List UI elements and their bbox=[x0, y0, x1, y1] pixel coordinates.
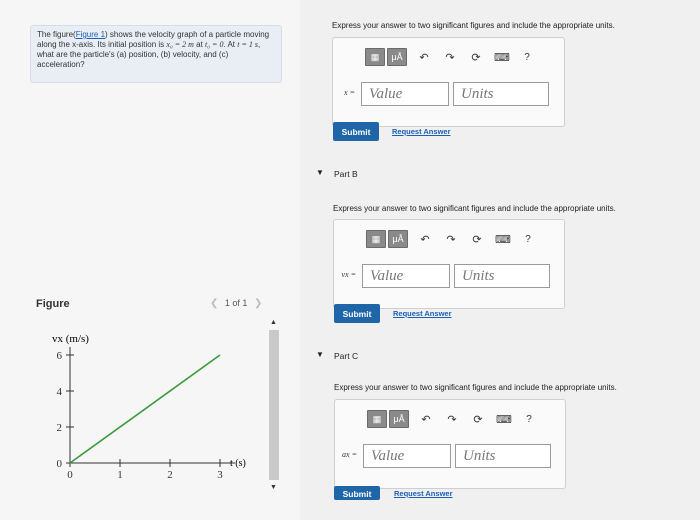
help-icon[interactable]: ? bbox=[520, 234, 536, 245]
scroll-down-icon[interactable]: ▼ bbox=[270, 484, 277, 491]
part-c-instruction: Express your answer to two significant f… bbox=[334, 383, 617, 392]
submit-button[interactable]: Submit bbox=[334, 486, 380, 500]
units-button[interactable]: μÅ bbox=[387, 48, 407, 66]
velocity-line bbox=[69, 354, 221, 464]
x-tick-label: 1 bbox=[117, 469, 123, 481]
submit-button[interactable]: Submit bbox=[333, 122, 379, 141]
part-b-collapse-icon[interactable]: ▼ bbox=[316, 168, 324, 177]
units-input[interactable]: Units bbox=[455, 444, 551, 468]
y-tick-label: 6 bbox=[57, 350, 63, 362]
y-tick-label: 2 bbox=[57, 422, 63, 434]
variable-label: x = bbox=[344, 88, 355, 97]
chart-series bbox=[69, 354, 221, 464]
value-input[interactable]: Value bbox=[361, 82, 449, 106]
chevron-left-icon[interactable]: ❮ bbox=[210, 298, 218, 309]
units-button[interactable]: μÅ bbox=[389, 410, 409, 428]
units-button[interactable]: μÅ bbox=[388, 230, 408, 248]
figure-page-count: 1 of 1 bbox=[224, 298, 248, 308]
t-expression: t = 1 s bbox=[237, 40, 258, 49]
value-input[interactable]: Value bbox=[363, 444, 451, 468]
chart-ticks: 0 1 2 3 0 2 4 6 bbox=[57, 350, 224, 481]
help-icon[interactable]: ? bbox=[521, 414, 537, 425]
y-tick-label: 4 bbox=[57, 386, 63, 398]
template-icon[interactable]: ▦ bbox=[367, 410, 387, 428]
figure-link[interactable]: Figure 1 bbox=[76, 30, 105, 39]
part-a-instruction: Express your answer to two significant f… bbox=[332, 21, 615, 30]
redo-icon[interactable]: ↷ bbox=[441, 413, 463, 426]
redo-icon[interactable]: ↷ bbox=[439, 51, 461, 64]
keyboard-icon[interactable]: ⌨ bbox=[493, 413, 515, 426]
y-tick-label: 0 bbox=[57, 458, 63, 470]
math-toolbar: ▦ μÅ ↶ ↷ ⟳ ⌨ ? bbox=[365, 48, 535, 66]
problem-statement: The figure(Figure 1) shows the velocity … bbox=[30, 25, 282, 83]
units-input[interactable]: Units bbox=[453, 82, 549, 106]
part-c-title: Part C bbox=[334, 351, 359, 361]
undo-icon[interactable]: ↶ bbox=[415, 413, 437, 426]
undo-icon[interactable]: ↶ bbox=[413, 51, 435, 64]
redo-icon[interactable]: ↷ bbox=[440, 233, 462, 246]
units-input[interactable]: Units bbox=[454, 264, 550, 288]
x-tick-label: 3 bbox=[217, 469, 223, 481]
x-axis-label: t (s) bbox=[230, 458, 246, 469]
velocity-chart: 0 1 2 3 0 2 4 6 vx (m/s) t (s) bbox=[52, 333, 246, 481]
problem-text: . At bbox=[223, 40, 238, 49]
figure-scrollbar[interactable] bbox=[269, 330, 279, 480]
x-tick-label: 2 bbox=[167, 469, 173, 481]
part-b-title: Part B bbox=[334, 169, 358, 179]
keyboard-icon[interactable]: ⌨ bbox=[491, 51, 513, 64]
problem-text: at bbox=[193, 40, 206, 49]
math-toolbar: ▦ μÅ ↶ ↷ ⟳ ⌨ ? bbox=[366, 230, 536, 248]
figure-pager: ❮ 1 of 1 ❯ bbox=[210, 298, 262, 309]
problem-text: The figure( bbox=[37, 30, 76, 39]
variable-label: vx = bbox=[341, 270, 357, 279]
part-a-answer-box: ▦ μÅ ↶ ↷ ⟳ ⌨ ? x = Value Units bbox=[332, 37, 565, 127]
reset-icon[interactable]: ⟳ bbox=[465, 51, 487, 64]
request-answer-link[interactable]: Request Answer bbox=[392, 127, 451, 136]
part-b-instruction: Express your answer to two significant f… bbox=[333, 204, 616, 213]
part-b-answer-box: ▦ μÅ ↶ ↷ ⟳ ⌨ ? vx = Value Units bbox=[333, 219, 565, 309]
template-icon[interactable]: ▦ bbox=[366, 230, 386, 248]
x0-expression: x₀ = 2 m bbox=[166, 40, 194, 49]
t0-expression: t₀ = 0 bbox=[205, 40, 224, 49]
x-tick-label: 0 bbox=[67, 469, 73, 481]
help-icon[interactable]: ? bbox=[519, 52, 535, 63]
part-c-answer-box: ▦ μÅ ↶ ↷ ⟳ ⌨ ? ax = Value Units bbox=[334, 399, 566, 489]
scroll-up-icon[interactable]: ▲ bbox=[270, 319, 277, 326]
submit-button[interactable]: Submit bbox=[334, 304, 380, 323]
part-c-collapse-icon[interactable]: ▼ bbox=[316, 350, 324, 359]
request-answer-link[interactable]: Request Answer bbox=[393, 309, 452, 318]
undo-icon[interactable]: ↶ bbox=[414, 233, 436, 246]
figure-label: Figure bbox=[36, 298, 70, 310]
template-icon[interactable]: ▦ bbox=[365, 48, 385, 66]
value-input[interactable]: Value bbox=[362, 264, 450, 288]
chevron-right-icon[interactable]: ❯ bbox=[254, 298, 262, 309]
reset-icon[interactable]: ⟳ bbox=[467, 413, 489, 426]
math-toolbar: ▦ μÅ ↶ ↷ ⟳ ⌨ ? bbox=[367, 410, 537, 428]
y-axis-label: vx (m/s) bbox=[52, 333, 89, 345]
keyboard-icon[interactable]: ⌨ bbox=[492, 233, 514, 246]
reset-icon[interactable]: ⟳ bbox=[466, 233, 488, 246]
variable-label: ax = bbox=[342, 450, 357, 459]
request-answer-link[interactable]: Request Answer bbox=[394, 489, 453, 498]
